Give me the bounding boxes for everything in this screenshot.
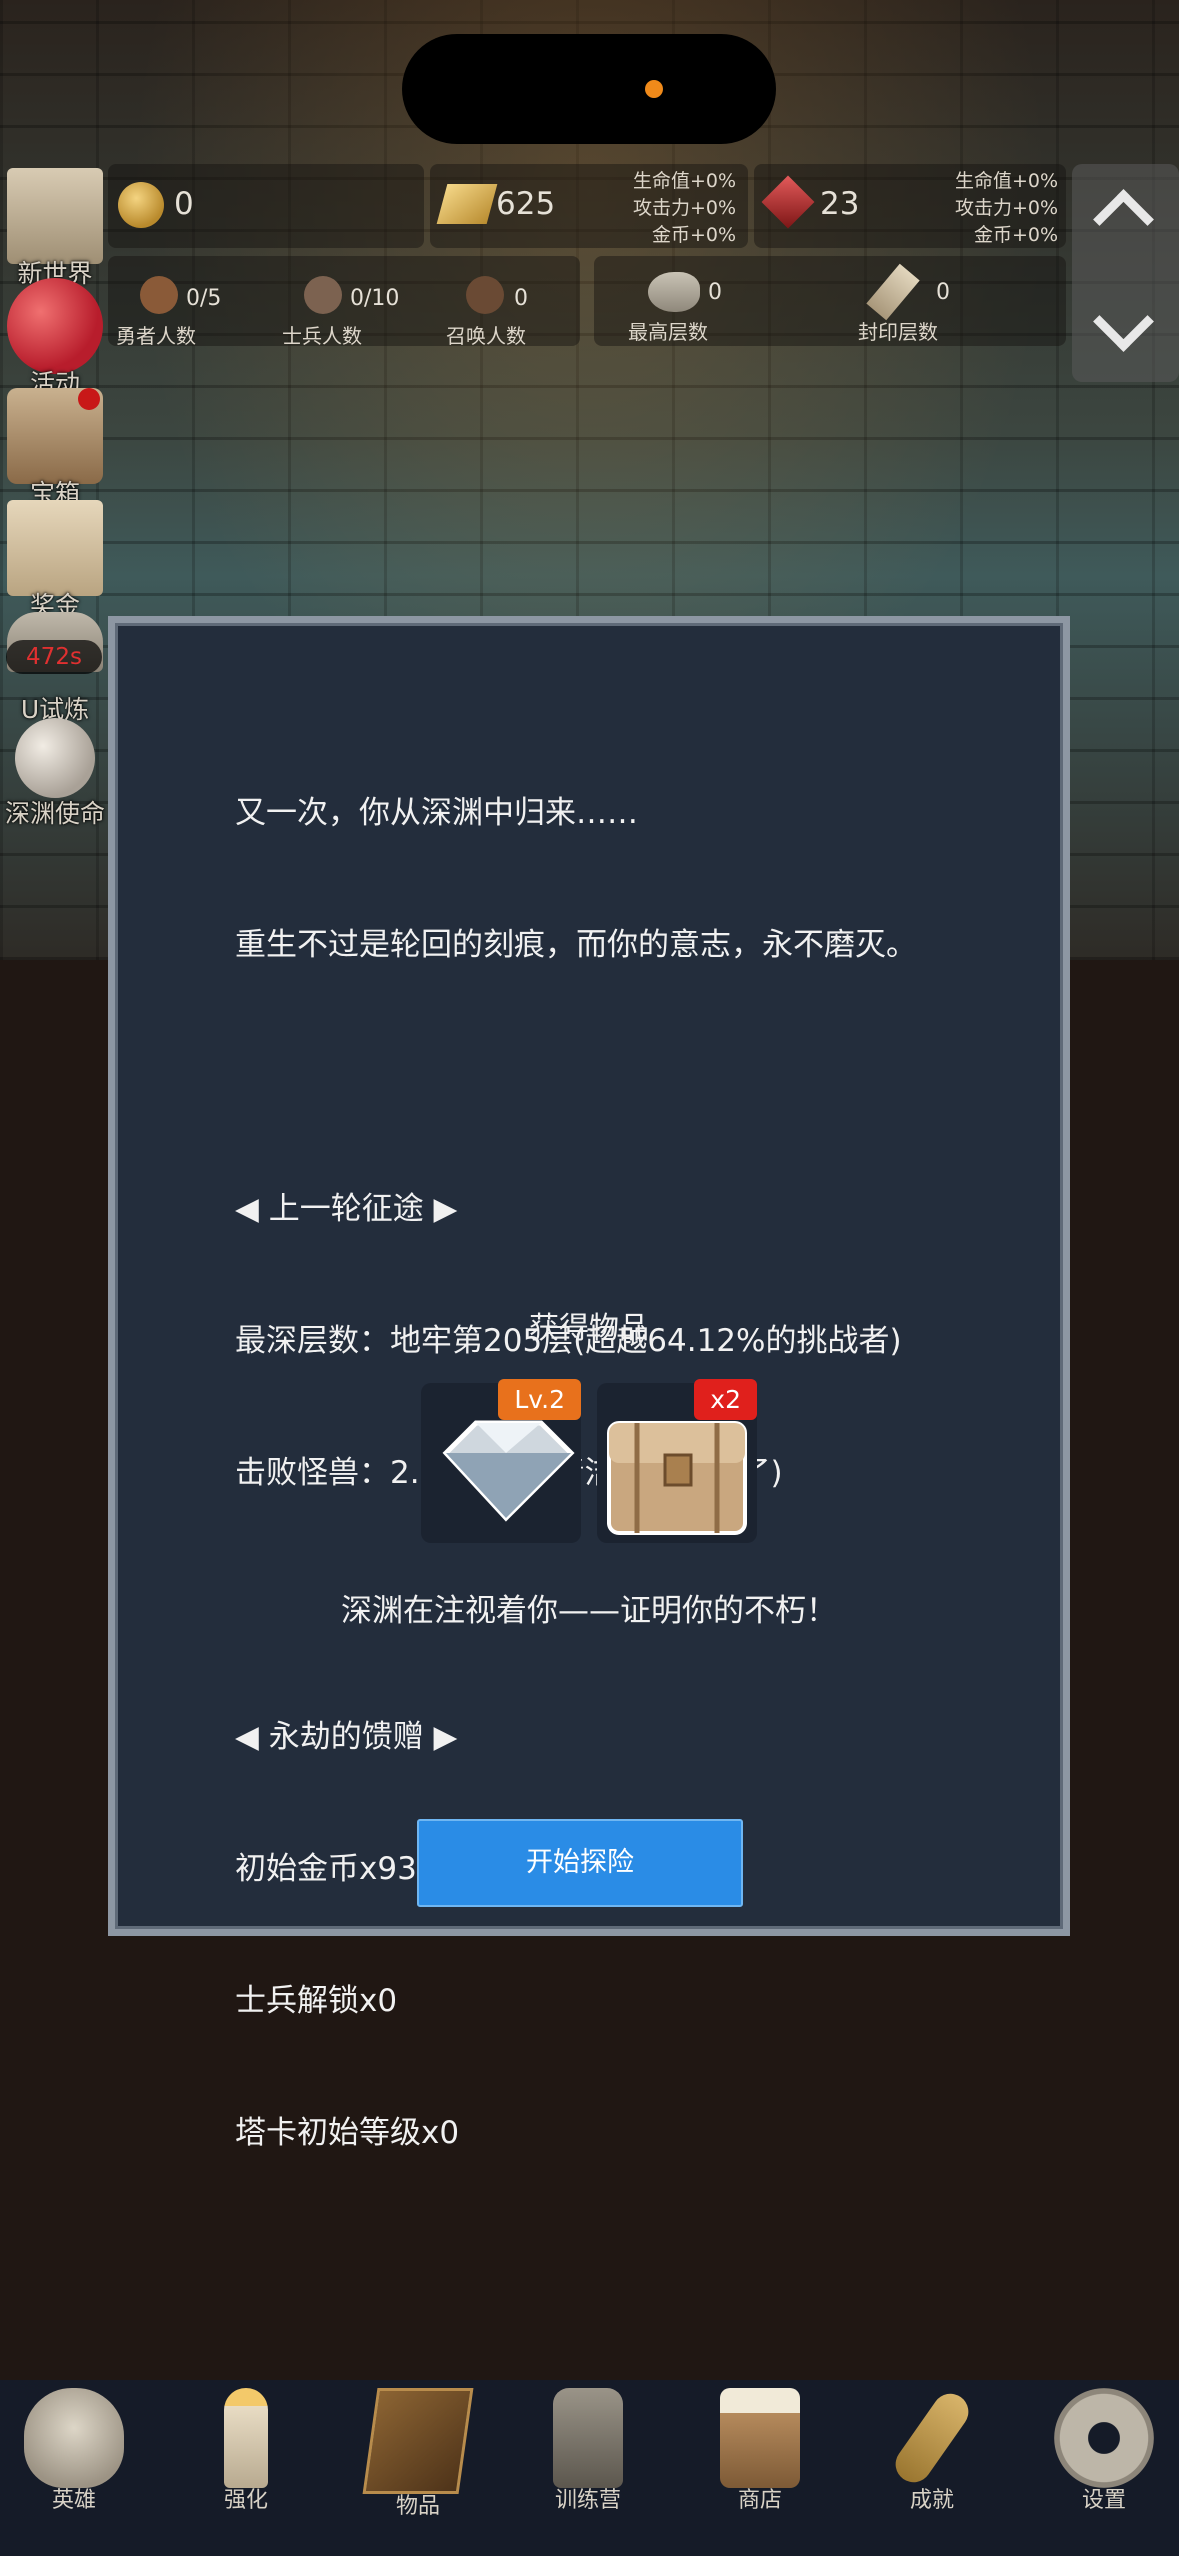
gold-bar-bonus: 生命值+0% 攻击力+0% 金币+0% bbox=[632, 170, 736, 246]
lantern-icon bbox=[553, 2388, 623, 2488]
red-gem-icon bbox=[761, 175, 815, 229]
orb-icon bbox=[15, 718, 95, 798]
dialog-tagline: 深渊在注视着你——证明你的不朽！ bbox=[341, 1593, 837, 1629]
stone-icon bbox=[648, 272, 700, 312]
reward-item-diamond[interactable]: Lv.2 bbox=[421, 1379, 581, 1543]
start-adventure-button[interactable]: 开始探险 bbox=[417, 1819, 743, 1907]
quantity-badge: x2 bbox=[694, 1379, 757, 1420]
mug-icon bbox=[720, 2388, 800, 2488]
gold-coin-counter: 0 bbox=[108, 164, 424, 248]
candle-icon bbox=[224, 2388, 268, 2488]
nav-item-shop[interactable]: 商店 bbox=[690, 2388, 830, 2514]
key-icon bbox=[888, 2386, 976, 2490]
notification-dot bbox=[78, 388, 100, 410]
chevron-down-icon[interactable] bbox=[1093, 291, 1154, 352]
camera-notch bbox=[402, 34, 776, 144]
sidebar-item-trial[interactable]: 472s U试炼 bbox=[0, 612, 110, 726]
nav-item-settings[interactable]: 设置 bbox=[1034, 2388, 1174, 2514]
gold-coin-icon bbox=[118, 182, 164, 228]
nav-item-achievements[interactable]: 成就 bbox=[862, 2386, 1002, 2514]
map-scroll-icon bbox=[7, 168, 103, 264]
chevron-up-icon[interactable] bbox=[1093, 189, 1154, 250]
gem-bonus: 生命值+0% 攻击力+0% 金币+0% bbox=[954, 170, 1058, 246]
gold-bar-icon bbox=[436, 184, 498, 224]
book-icon bbox=[362, 2388, 474, 2494]
sidebar-item-bonus[interactable]: 奖金 bbox=[0, 500, 110, 622]
heart-icon bbox=[7, 278, 103, 374]
skull-icon bbox=[24, 2388, 124, 2488]
envelope-icon bbox=[7, 500, 103, 596]
nav-item-enhance[interactable]: 强化 bbox=[176, 2388, 316, 2514]
reward-item-chest[interactable]: x2 bbox=[597, 1379, 757, 1543]
hero-head-icon bbox=[140, 276, 178, 314]
sidebar-item-events[interactable]: 活动 bbox=[0, 278, 110, 400]
nav-item-items[interactable]: 物品 bbox=[348, 2388, 488, 2520]
scroll-panel bbox=[1072, 164, 1179, 382]
gear-icon bbox=[1054, 2388, 1154, 2488]
nav-item-training-camp[interactable]: 训练营 bbox=[518, 2388, 658, 2514]
sidebar-item-chest[interactable]: 宝箱 bbox=[0, 388, 110, 510]
sidebar-item-abyss-mission[interactable]: 深渊使命 bbox=[0, 718, 110, 830]
items-title: 获得物品 bbox=[529, 1311, 649, 1346]
sidebar-item-new-world[interactable]: 新世界 bbox=[0, 168, 110, 290]
camera-indicator-icon bbox=[645, 80, 663, 98]
level-badge: Lv.2 bbox=[498, 1379, 581, 1420]
trial-timer: 472s bbox=[6, 640, 102, 674]
gem-counter: 23 生命值+0% 攻击力+0% 金币+0% bbox=[754, 164, 1066, 248]
nav-item-heroes[interactable]: 英雄 bbox=[4, 2388, 144, 2514]
soldier-head-icon bbox=[304, 276, 342, 314]
rebirth-summary-dialog: 又一次，你从深渊中归来…… 重生不过是轮回的刻痕，而你的意志，永不磨灭。 ◀ 上… bbox=[108, 616, 1070, 2151]
gold-bar-counter: 625 生命值+0% 攻击力+0% 金币+0% bbox=[430, 164, 748, 248]
summon-head-icon bbox=[466, 276, 504, 314]
